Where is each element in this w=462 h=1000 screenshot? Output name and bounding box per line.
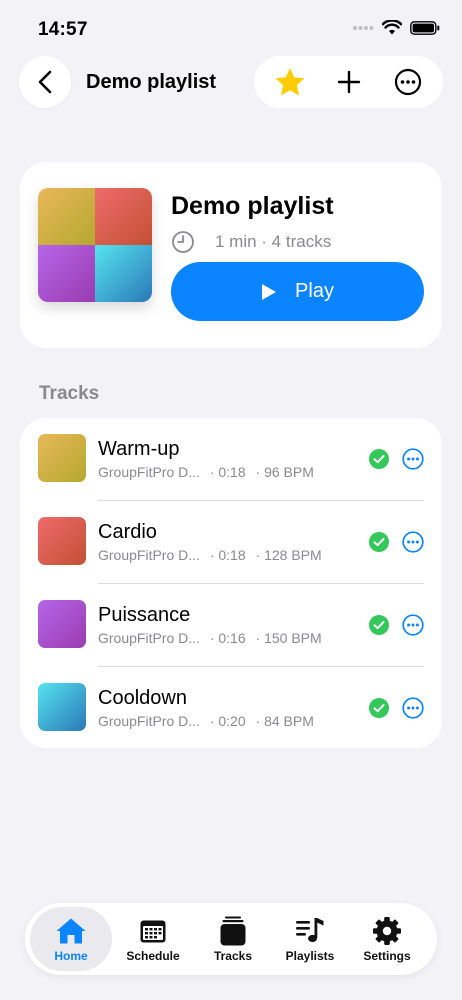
add-button[interactable]: [327, 60, 371, 104]
track-artist: GroupFitPro D...: [98, 713, 200, 729]
track-name: Cooldown: [98, 687, 187, 709]
nav-actions: [254, 56, 443, 108]
tab-label: Home: [54, 948, 88, 963]
track-bpm: · 84 BPM: [255, 713, 314, 729]
house-icon: [55, 916, 87, 946]
status-bar: 14:57: [0, 0, 462, 58]
status-icons: [352, 20, 440, 36]
playlist-title: Demo playlist: [171, 192, 334, 220]
star-icon: [275, 68, 304, 96]
more-options-button[interactable]: [386, 60, 430, 104]
track-meta: GroupFitPro D... · 0:18 · 96 BPM: [98, 464, 320, 480]
play-button[interactable]: Play: [171, 262, 424, 321]
track-artwork: [38, 434, 86, 482]
track-more-icon[interactable]: [402, 697, 424, 719]
tab-label: Playlists: [285, 948, 335, 963]
track-name: Cardio: [98, 521, 157, 543]
back-button[interactable]: [19, 56, 71, 108]
checkmark-circle-icon: [369, 532, 389, 552]
track-meta: GroupFitPro D... · 0:20 · 84 BPM: [98, 713, 320, 729]
checkmark-circle-icon: [369, 449, 389, 469]
track-more-icon[interactable]: [402, 448, 424, 470]
tab-settings[interactable]: Settings: [346, 907, 428, 971]
tab-label: Settings: [363, 948, 411, 963]
track-artwork: [38, 517, 86, 565]
track-bpm: · 96 BPM: [255, 464, 314, 480]
cover-tile: [95, 188, 152, 245]
track-meta: GroupFitPro D... · 0:16 · 150 BPM: [98, 630, 328, 646]
track-row[interactable]: Puissance GroupFitPro D... · 0:16 · 150 …: [20, 584, 442, 667]
checkmark-circle-icon: [369, 615, 389, 635]
tab-tracks[interactable]: Tracks: [192, 907, 274, 971]
calendar-icon: [139, 916, 167, 946]
signal-dots-icon: [353, 26, 374, 30]
tab-label: Tracks: [213, 948, 253, 963]
tab-bar: Home Schedule Tracks Playlists Settings: [25, 903, 437, 975]
cover-tile: [38, 188, 95, 245]
gear-icon: [372, 916, 402, 946]
checkmark-circle-icon: [369, 698, 389, 718]
play-button-label: Play: [295, 280, 334, 302]
track-row[interactable]: Cooldown GroupFitPro D... · 0:20 · 84 BP…: [20, 667, 442, 750]
ellipsis-circle-icon: [394, 68, 421, 96]
track-meta: GroupFitPro D... · 0:18 · 128 BPM: [98, 547, 328, 563]
tracks-stack-icon: [220, 916, 246, 946]
cover-tile: [38, 245, 95, 302]
track-row[interactable]: Warm-up GroupFitPro D... · 0:18 · 96 BPM: [20, 418, 442, 501]
clock-icon: [172, 231, 194, 253]
tracks-list: Warm-up GroupFitPro D... · 0:18 · 96 BPM…: [20, 418, 442, 748]
playlist-meta: 1 min · 4 tracks: [171, 230, 331, 254]
track-more-icon[interactable]: [402, 531, 424, 553]
track-bpm: · 150 BPM: [255, 630, 322, 646]
track-artist: GroupFitPro D...: [98, 630, 200, 646]
track-duration: · 0:18: [209, 547, 246, 563]
track-bpm: · 128 BPM: [255, 547, 322, 563]
track-more-icon[interactable]: [402, 614, 424, 636]
track-duration: · 0:18: [209, 464, 246, 480]
play-icon: [262, 283, 277, 300]
track-name: Warm-up: [98, 438, 180, 460]
tab-schedule[interactable]: Schedule: [112, 907, 194, 971]
track-artist: GroupFitPro D...: [98, 547, 200, 563]
plus-icon: [337, 70, 360, 94]
favorite-button[interactable]: [268, 60, 312, 104]
track-duration: · 0:16: [209, 630, 246, 646]
track-artwork: [38, 600, 86, 648]
tracks-section-title: Tracks: [39, 383, 100, 404]
playlist-header-card: Demo playlist 1 min · 4 tracks Play: [20, 162, 442, 348]
cover-tile: [95, 245, 152, 302]
battery-icon: [410, 21, 440, 35]
track-duration: · 0:20: [209, 713, 246, 729]
track-row[interactable]: Cardio GroupFitPro D... · 0:18 · 128 BPM: [20, 501, 442, 584]
tab-label: Schedule: [126, 948, 180, 963]
tab-home[interactable]: Home: [30, 907, 112, 971]
status-time: 14:57: [38, 19, 88, 40]
chevron-left-icon: [38, 70, 52, 94]
playlist-icon: [295, 916, 325, 946]
playlist-meta-text: 1 min · 4 tracks: [215, 232, 332, 251]
track-artist: GroupFitPro D...: [98, 464, 200, 480]
wifi-icon: [382, 20, 402, 35]
track-name: Puissance: [98, 604, 191, 626]
tab-playlists[interactable]: Playlists: [269, 907, 351, 971]
nav-title: Demo playlist: [86, 71, 217, 93]
track-artwork: [38, 683, 86, 731]
playlist-cover: [38, 188, 152, 302]
